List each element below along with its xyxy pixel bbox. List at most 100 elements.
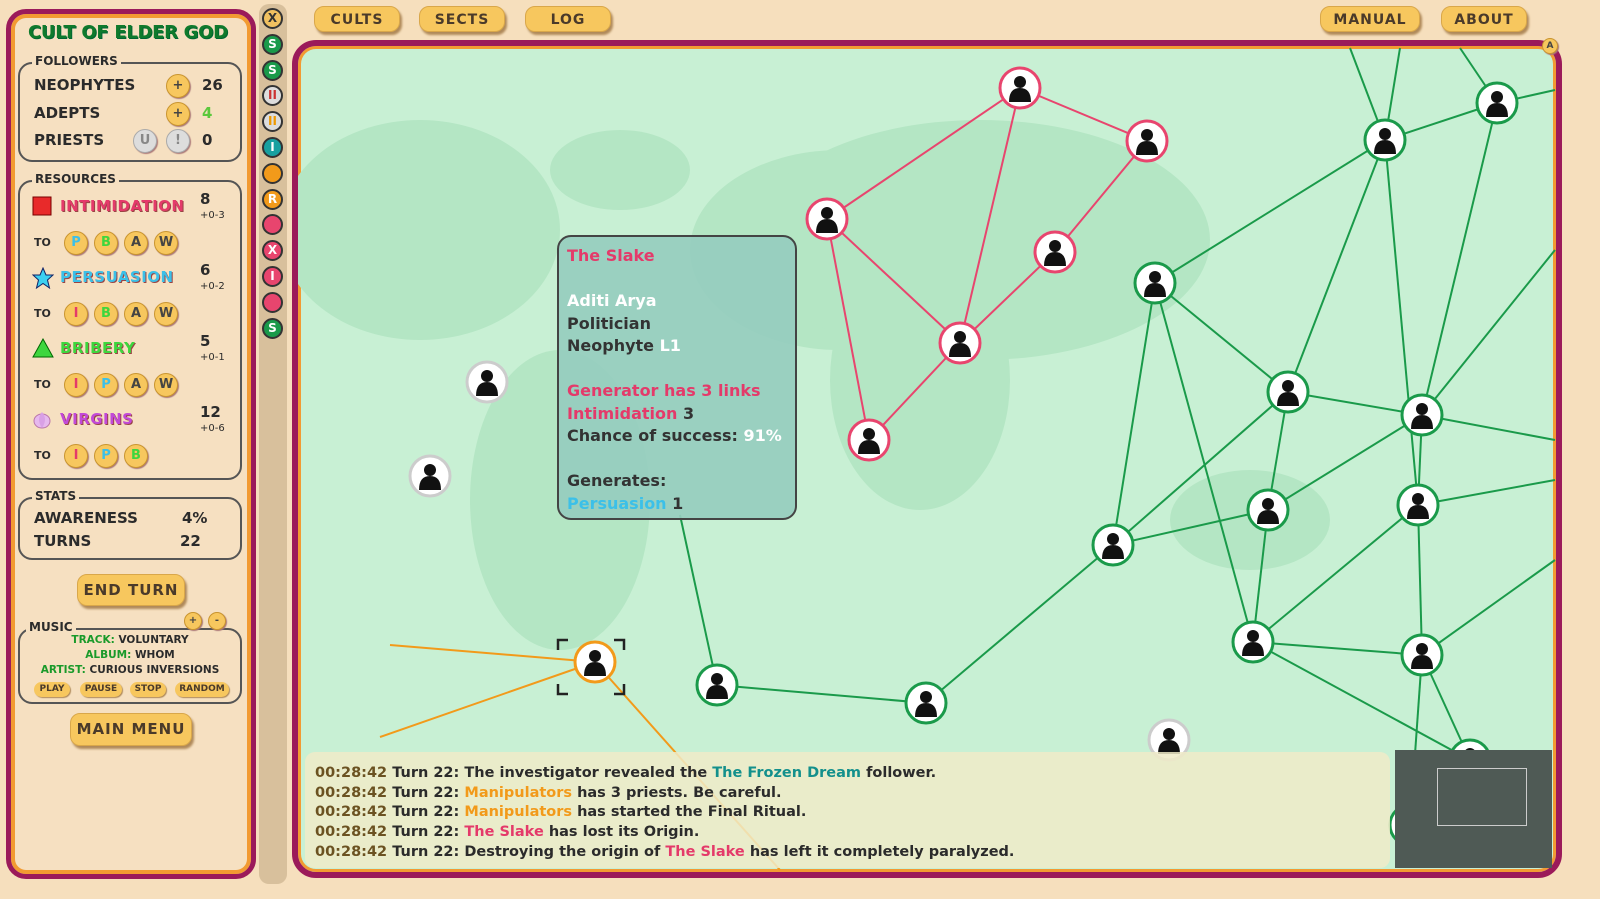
follower-node[interactable] [938,321,982,365]
convert-to-A-button[interactable]: A [124,231,148,255]
convert-to-I-button[interactable]: I [64,444,88,468]
convert-to-label: TO [34,307,51,320]
minimap[interactable] [1395,750,1552,868]
cult-selector-icon[interactable]: R [262,188,283,210]
link-line [1287,139,1386,393]
pause-button[interactable]: PAUSE [80,682,122,697]
person-icon [1282,380,1294,392]
follower-node[interactable] [1231,620,1275,664]
cult-selector-icon[interactable] [262,162,283,184]
resource-range: +0-1 [200,352,225,363]
tooltip-name: Aditi Arya [567,291,657,310]
event-log: 00:28:42 Turn 22: The investigator revea… [305,752,1390,868]
awareness-value: 4% [182,509,208,527]
recruit-adept-button[interactable]: + [166,102,190,126]
follower-node[interactable] [1400,393,1444,437]
cult-selector-icon[interactable]: S [262,59,283,81]
follower-node[interactable] [1400,633,1444,677]
link-line [716,684,927,704]
follower-node[interactable] [1091,523,1135,567]
stop-button[interactable]: STOP [130,682,166,697]
follower-node[interactable] [904,681,948,725]
person-icon [1379,128,1391,140]
about-button[interactable]: ABOUT [1441,6,1527,32]
convert-to-W-button[interactable]: W [154,373,178,397]
person-icon [711,673,723,685]
priests-count: 0 [202,131,213,149]
convert-to-A-button[interactable]: A [124,302,148,326]
follower-node[interactable] [1396,483,1440,527]
cult-selector-icon[interactable] [262,291,283,313]
cult-title: CULT OF ELDER GOD [28,22,228,43]
follower-node[interactable] [465,360,509,404]
person-icon [863,428,875,440]
convert-to-W-button[interactable]: W [154,231,178,255]
person-icon [1412,493,1424,505]
convert-to-B-button[interactable]: B [94,302,118,326]
resource-name: BRIBERY [60,339,136,357]
music-legend: MUSIC [26,620,76,634]
follower-node[interactable] [573,640,617,684]
follower-node[interactable] [1475,81,1519,125]
convert-to-label: TO [34,449,51,462]
log-button[interactable]: LOG [525,6,611,32]
volume-up-button[interactable]: + [184,612,202,630]
follower-node[interactable] [1266,370,1310,414]
cult-selector-icon[interactable]: I [262,137,283,158]
follower-node[interactable] [1033,230,1077,274]
tooltip-generator: Generator has 3 links [567,381,761,400]
play-button[interactable]: PLAY [34,682,70,697]
recruit-neophyte-button[interactable]: + [166,74,190,98]
convert-to-P-button[interactable]: P [94,444,118,468]
convert-to-A-button[interactable]: A [124,373,148,397]
person-icon [1416,643,1428,655]
log-entry: 00:28:42 Turn 22: The investigator revea… [315,765,937,781]
followers-legend: FOLLOWERS [32,54,121,68]
resource-value: 5 [200,332,211,350]
priest-alert-button[interactable]: ! [166,129,190,153]
followers-box: FOLLOWERS NEOPHYTES + 26 ADEPTS + 4 PRIE… [18,54,242,162]
follower-node[interactable] [695,663,739,707]
cult-selector-icon[interactable]: S [262,33,283,55]
follower-node[interactable] [1125,119,1169,163]
person-icon [1141,129,1153,141]
convert-to-I-button[interactable]: I [64,373,88,397]
track-value: VOLUNTARY [118,634,189,646]
convert-to-P-button[interactable]: P [94,373,118,397]
follower-node[interactable] [847,418,891,462]
sects-button[interactable]: SECTS [419,6,505,32]
convert-to-B-button[interactable]: B [124,444,148,468]
neophytes-label: NEOPHYTES [34,76,136,94]
tooltip-chance-label: Chance of success: [567,426,738,445]
link-line [925,544,1114,704]
follower-node[interactable] [805,197,849,241]
convert-to-I-button[interactable]: I [64,302,88,326]
advisor-button[interactable]: A [1542,38,1558,54]
follower-node[interactable] [1133,261,1177,305]
follower-node[interactable] [998,66,1042,110]
volume-down-button[interactable]: - [208,612,226,630]
resource-range: +0-6 [200,423,225,434]
follower-node[interactable] [408,454,452,498]
follower-node[interactable] [1363,118,1407,162]
upgrade-button[interactable]: U [133,129,157,153]
continent [298,120,560,340]
main-menu-button[interactable]: MAIN MENU [70,713,192,746]
convert-to-P-button[interactable]: P [64,231,88,255]
minimap-viewport[interactable] [1437,768,1527,826]
convert-to-W-button[interactable]: W [154,302,178,326]
cult-selector-icon[interactable]: X [262,8,283,29]
cult-selector-icon[interactable]: I [262,266,283,287]
music-box: MUSIC + - TRACK: VOLUNTARY ALBUM: WHOM A… [18,612,242,704]
tooltip-resource-value: 3 [682,403,695,423]
album-value: WHOM [134,649,175,661]
cult-selector-icon[interactable]: S [262,317,283,339]
end-turn-button[interactable]: END TURN [77,574,185,606]
person-icon [1014,76,1026,88]
cults-button[interactable]: CULTS [314,6,400,32]
random-button[interactable]: RANDOM [175,682,229,697]
convert-to-B-button[interactable]: B [94,231,118,255]
green-triangle-icon [32,337,54,362]
follower-node[interactable] [1246,488,1290,532]
manual-button[interactable]: MANUAL [1320,6,1420,32]
